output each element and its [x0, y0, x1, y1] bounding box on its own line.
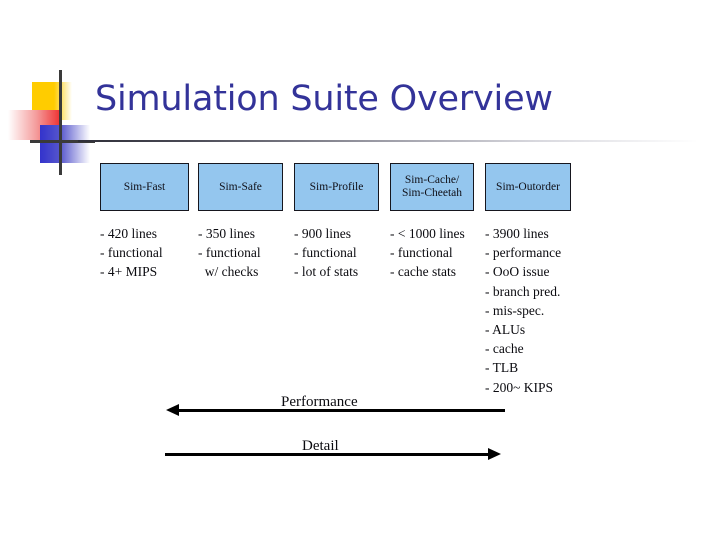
- slide-canvas: Simulation Suite Overview Sim-Fast Sim-S…: [0, 0, 720, 540]
- detail-line: - performance: [485, 245, 562, 261]
- performance-axis-line: [178, 409, 505, 412]
- sim-details-column-1: - 350 lines - functional w/ checks: [198, 224, 261, 282]
- decoration-blue-rectangle: [40, 125, 90, 163]
- detail-line: - cache: [485, 341, 524, 357]
- detail-line: - 4+ MIPS: [100, 264, 158, 280]
- arrow-left-icon: [166, 404, 179, 416]
- sim-box-3: Sim-Cache/ Sim-Cheetah: [390, 163, 474, 211]
- sim-box-label-0: Sim-Fast: [124, 181, 166, 194]
- detail-line: - 420 lines: [100, 226, 157, 241]
- sim-box-label-line1-3: Sim-Cache/: [404, 174, 460, 186]
- detail-line: - 3900 lines: [485, 226, 549, 241]
- sim-box-label-3: Sim-Cache/ Sim-Cheetah: [402, 174, 462, 200]
- detail-line: - OoO issue: [485, 264, 550, 280]
- detail-line: - mis-spec.: [485, 302, 545, 318]
- detail-line: w/ checks: [198, 264, 259, 280]
- sim-details-column-2: - 900 lines - functional - lot of stats: [294, 224, 358, 282]
- sim-box-4: Sim-Outorder: [485, 163, 571, 211]
- detail-line: - functional: [198, 245, 261, 261]
- sim-box-1: Sim-Safe: [198, 163, 283, 211]
- detail-line: - functional: [294, 245, 357, 261]
- detail-line: - TLB: [485, 360, 519, 376]
- detail-line: - functional: [390, 245, 453, 261]
- detail-line: - lot of stats: [294, 264, 359, 280]
- detail-line: - functional: [100, 245, 163, 261]
- sim-details-column-0: - 420 lines - functional - 4+ MIPS: [100, 224, 163, 282]
- detail-line: - ALUs: [485, 322, 526, 338]
- sim-box-label-line1-1: Sim-Safe: [219, 180, 262, 193]
- title-underline-rule: [78, 140, 698, 142]
- detail-line: - 900 lines: [294, 226, 351, 241]
- sim-box-label-line1-4: Sim-Outorder: [496, 180, 560, 193]
- detail-axis-line: [165, 453, 488, 456]
- sim-box-label-line2-3: Sim-Cheetah: [401, 187, 463, 199]
- detail-line: - branch pred.: [485, 283, 561, 299]
- sim-box-label-1: Sim-Safe: [219, 181, 262, 194]
- decoration-vertical-line: [59, 70, 62, 175]
- detail-line: - 350 lines: [198, 226, 255, 241]
- page-title: Simulation Suite Overview: [95, 79, 553, 119]
- sim-box-label-2: Sim-Profile: [310, 181, 364, 194]
- sim-box-0: Sim-Fast: [100, 163, 189, 211]
- sim-box-label-line1-2: Sim-Profile: [309, 180, 364, 193]
- detail-line: - 200~ KIPS: [485, 379, 554, 395]
- sim-box-2: Sim-Profile: [294, 163, 379, 211]
- detail-line: - < 1000 lines: [390, 226, 465, 241]
- sim-details-column-4: - 3900 lines - performance - OoO issue -…: [485, 224, 561, 397]
- arrow-right-icon: [488, 448, 501, 460]
- sim-box-label-line1-0: Sim-Fast: [123, 180, 166, 193]
- sim-box-label-4: Sim-Outorder: [496, 181, 560, 194]
- sim-details-column-3: - < 1000 lines - functional - cache stat…: [390, 224, 465, 282]
- detail-line: - cache stats: [390, 264, 456, 280]
